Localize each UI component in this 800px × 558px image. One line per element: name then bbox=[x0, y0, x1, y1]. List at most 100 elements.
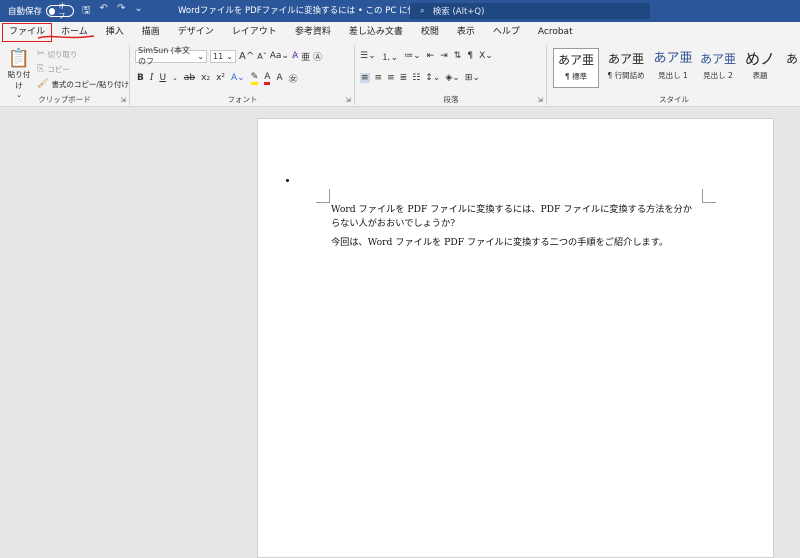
style-name: ¶ 行間詰め bbox=[607, 71, 645, 80]
font-name-select[interactable]: SimSun (本文のフ ⌄ bbox=[135, 46, 207, 66]
character-shading-icon[interactable]: A bbox=[276, 73, 282, 83]
document-canvas[interactable]: Word ファイルを PDF ファイルに変換するには、PDF ファイルに変換する… bbox=[0, 108, 800, 558]
format-painter-button[interactable]: 🖌 書式のコピー/貼り付け bbox=[37, 77, 129, 91]
font-launcher-icon[interactable]: ⇲ bbox=[345, 96, 351, 104]
style-no-spacing[interactable]: あア亜 ¶ 行間詰め bbox=[602, 48, 650, 88]
clear-formatting-icon[interactable]: A̷ bbox=[292, 51, 298, 61]
style-normal[interactable]: あア亜 ¶ 標準 bbox=[553, 48, 599, 88]
underline-dropdown-icon[interactable]: ⌄ bbox=[172, 74, 178, 82]
toggle-knob bbox=[49, 7, 56, 15]
tab-layout[interactable]: レイアウト bbox=[223, 22, 286, 43]
paragraph-1[interactable]: Word ファイルを PDF ファイルに変換するには、PDF ファイルに変換する… bbox=[331, 203, 701, 231]
enclose-characters-icon[interactable]: Ⓐ bbox=[313, 50, 322, 63]
undo-icon[interactable]: ↶ bbox=[100, 3, 108, 20]
copy-button[interactable]: ⎘ コピー bbox=[37, 62, 70, 76]
search-box[interactable]: ⌕ 検索 (Alt+Q) bbox=[410, 3, 650, 19]
anchor-mark bbox=[286, 179, 289, 182]
justify-icon[interactable]: ≣ bbox=[400, 73, 408, 83]
tab-insert[interactable]: 挿入 bbox=[97, 22, 133, 43]
style-subtitle[interactable]: あ bbox=[784, 48, 800, 88]
paste-button[interactable]: 📋 貼り付け ⌄ bbox=[6, 48, 32, 99]
show-marks-icon[interactable]: ¶ bbox=[467, 51, 473, 61]
paragraph-launcher-icon[interactable]: ⇲ bbox=[537, 96, 543, 104]
cut-button[interactable]: ✂ 切り取り bbox=[37, 47, 78, 61]
style-name: 表題 bbox=[752, 71, 768, 80]
change-case-icon[interactable]: Aa⌄ bbox=[270, 51, 289, 61]
asian-layout-icon[interactable]: Ⅹ⌄ bbox=[479, 51, 493, 61]
distributed-icon[interactable]: ☷ bbox=[412, 73, 420, 83]
font-color-icon[interactable]: A bbox=[264, 72, 271, 85]
style-heading-1[interactable]: あア亜 見出し 1 bbox=[651, 48, 695, 88]
search-icon: ⌕ bbox=[420, 6, 425, 16]
underline-icon[interactable]: U bbox=[159, 73, 166, 83]
ribbon: 📋 貼り付け ⌄ ✂ 切り取り ⎘ コピー 🖌 書式のコピー/貼り付け クリップボード… bbox=[0, 43, 800, 107]
shading-icon[interactable]: ◈⌄ bbox=[445, 73, 459, 83]
bullets-icon[interactable]: ☰⌄ bbox=[360, 51, 376, 61]
redo-icon[interactable]: ↷ bbox=[117, 3, 125, 20]
margin-corner-right bbox=[702, 189, 716, 203]
style-sample: めノ bbox=[744, 50, 775, 68]
autosave-state: オフ bbox=[58, 2, 66, 20]
search-placeholder: 検索 (Alt+Q) bbox=[432, 7, 485, 17]
paragraph-2[interactable]: 今回は、Word ファイルを PDF ファイルに変換する二つの手順をご紹介します… bbox=[331, 236, 701, 250]
tab-acrobat[interactable]: Acrobat bbox=[529, 22, 582, 43]
autosave-label: 自動保存 bbox=[8, 7, 43, 17]
multilevel-list-icon[interactable]: ≔⌄ bbox=[404, 51, 421, 61]
styles-group-label: スタイル bbox=[659, 95, 689, 104]
align-right-icon[interactable]: ≡ bbox=[387, 73, 395, 83]
borders-icon[interactable]: ⊞⌄ bbox=[465, 73, 480, 83]
chevron-down-icon: ⌄ bbox=[226, 51, 233, 61]
clipboard-group-label: クリップボード bbox=[38, 95, 91, 104]
grow-font-icon[interactable]: A^ bbox=[239, 51, 254, 62]
annotation-underline bbox=[37, 35, 95, 39]
scissors-icon: ✂ bbox=[37, 49, 45, 59]
autosave-toggle[interactable]: オフ bbox=[46, 2, 75, 20]
copy-label: コピー bbox=[47, 64, 70, 74]
clipboard-group: 📋 貼り付け ⌄ ✂ 切り取り ⎘ コピー 🖌 書式のコピー/貼り付け クリップボード… bbox=[0, 45, 130, 105]
tab-review[interactable]: 校閲 bbox=[412, 22, 448, 43]
align-center-icon[interactable]: ≡ bbox=[375, 73, 383, 83]
chevron-down-icon: ⌄ bbox=[197, 51, 204, 61]
line-spacing-icon[interactable]: ↕⌄ bbox=[425, 73, 440, 83]
tab-help[interactable]: ヘルプ bbox=[484, 22, 529, 43]
title-bar: 自動保存 オフ 🖫 ↶ ↷ ⌄ Wordファイルを PDFファイルに変換するには… bbox=[0, 0, 800, 22]
decrease-indent-icon[interactable]: ⇤ bbox=[427, 51, 435, 61]
tab-mailings[interactable]: 差し込み文書 bbox=[340, 22, 412, 43]
shrink-font-icon[interactable]: Aˇ bbox=[257, 52, 266, 61]
superscript-icon[interactable]: x² bbox=[216, 73, 225, 83]
style-heading-2[interactable]: あア亜 見出し 2 bbox=[696, 48, 740, 88]
quick-access-toolbar: 🖫 ↶ ↷ ⌄ bbox=[82, 3, 143, 20]
copy-icon: ⎘ bbox=[37, 64, 45, 74]
style-title[interactable]: めノ 表題 bbox=[742, 48, 778, 88]
phonetic-guide-icon[interactable]: 亜 bbox=[301, 50, 310, 63]
tab-design[interactable]: デザイン bbox=[169, 22, 223, 43]
style-name: 見出し 1 bbox=[658, 71, 688, 80]
format-painter-label: 書式のコピー/貼り付け bbox=[51, 79, 129, 89]
style-sample: あア亜 bbox=[607, 52, 644, 66]
tab-view[interactable]: 表示 bbox=[448, 22, 484, 43]
paragraph-group-label: 段落 bbox=[443, 95, 459, 104]
numbering-icon[interactable]: ⒈⌄ bbox=[382, 50, 399, 63]
strikethrough-icon[interactable]: ab bbox=[184, 73, 195, 83]
paragraph-group: ☰⌄ ⒈⌄ ≔⌄ ⇤ ⇥ ⇅ ¶ Ⅹ⌄ ≡ ≡ ≡ ≣ ☷ ↕⌄ ◈⌄ ⊞⌄ 段… bbox=[356, 45, 547, 105]
font-size-value: 11 bbox=[213, 51, 224, 61]
paste-label: 貼り付け bbox=[7, 70, 31, 90]
brush-icon: 🖌 bbox=[37, 79, 49, 89]
sort-icon[interactable]: ⇅ bbox=[454, 51, 462, 61]
margin-corner-left bbox=[316, 189, 330, 203]
increase-indent-icon[interactable]: ⇥ bbox=[440, 51, 448, 61]
document-page[interactable]: Word ファイルを PDF ファイルに変換するには、PDF ファイルに変換する… bbox=[257, 118, 774, 558]
italic-icon[interactable]: I bbox=[150, 73, 154, 83]
text-effects-icon[interactable]: A⌄ bbox=[231, 73, 245, 83]
highlight-icon[interactable]: ✎ bbox=[250, 72, 259, 85]
clipboard-launcher-icon[interactable]: ⇲ bbox=[120, 96, 126, 104]
align-left-icon[interactable]: ≡ bbox=[360, 73, 370, 83]
tab-draw[interactable]: 描画 bbox=[133, 22, 169, 43]
font-size-select[interactable]: 11 ⌄ bbox=[210, 49, 236, 63]
enclosed-char-icon[interactable]: ㊛ bbox=[289, 72, 298, 85]
customize-qat-icon[interactable]: ⌄ bbox=[134, 3, 142, 20]
tab-references[interactable]: 参考資料 bbox=[286, 22, 340, 43]
subscript-icon[interactable]: x₂ bbox=[201, 73, 210, 83]
bold-icon[interactable]: B bbox=[137, 73, 144, 83]
save-icon[interactable]: 🖫 bbox=[82, 3, 91, 20]
